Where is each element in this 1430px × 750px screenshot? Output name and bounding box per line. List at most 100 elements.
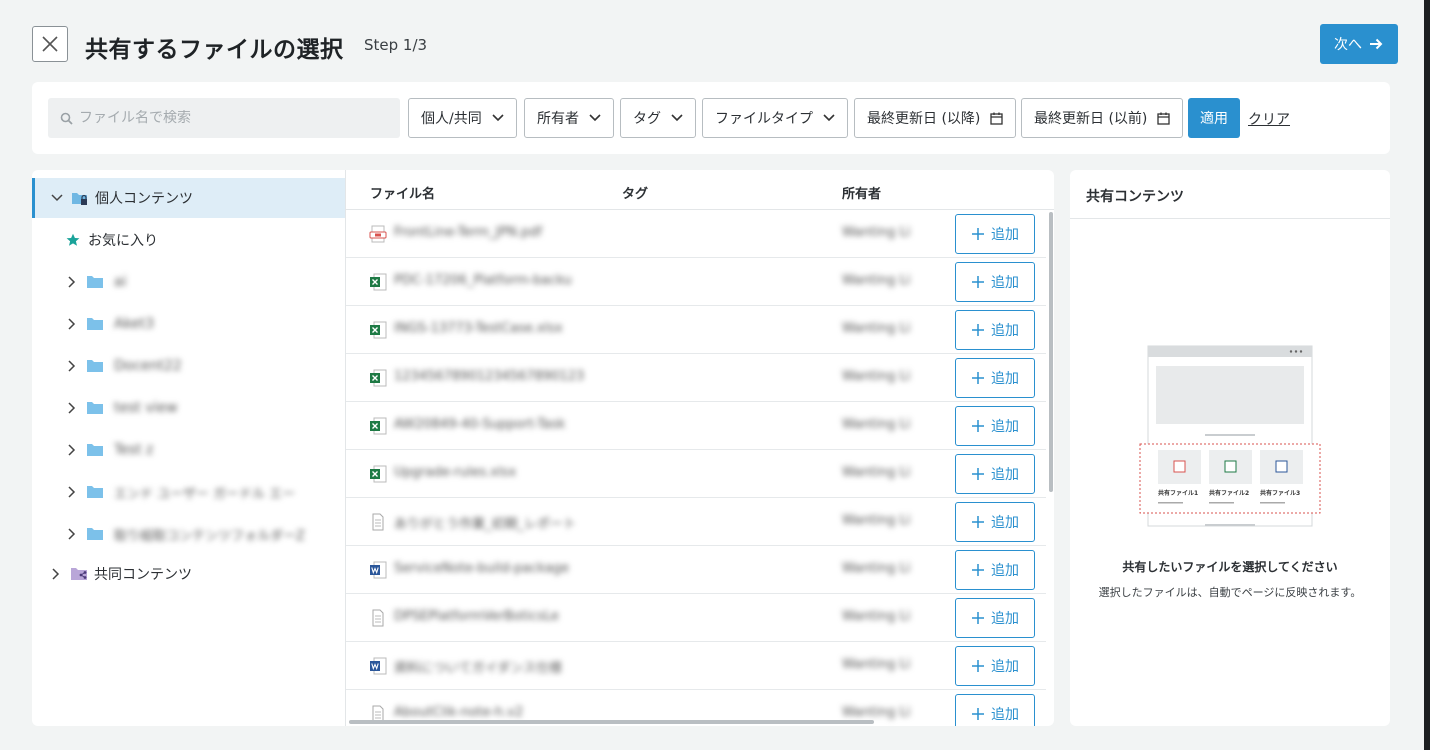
add-button[interactable]: 追加 xyxy=(955,262,1035,302)
next-button[interactable]: 次へ xyxy=(1320,24,1398,64)
search-input[interactable] xyxy=(79,110,379,126)
tree-folder-label: Aket3 xyxy=(114,316,155,332)
file-row[interactable]: 12345678901234567890123 Wanting Li 追加 xyxy=(346,354,1046,402)
filter-owner-dropdown[interactable]: 所有者 xyxy=(524,98,614,138)
tree-item-personal[interactable]: 個人コンテンツ xyxy=(32,178,345,218)
add-button[interactable]: 追加 xyxy=(955,694,1035,726)
column-header-owner[interactable]: 所有者 xyxy=(842,183,881,202)
file-name: 資料についてガイダンス仕様 xyxy=(394,661,562,676)
filter-personal-shared-dropdown[interactable]: 個人/共同 xyxy=(408,98,517,138)
chevron-right-icon[interactable] xyxy=(64,400,80,416)
file-row[interactable]: 資料についてガイダンス仕様 Wanting Li 追加 xyxy=(346,642,1046,690)
add-button[interactable]: 追加 xyxy=(955,358,1035,398)
file-row[interactable]: Upgrade-rules.xlsx Wanting Li 追加 xyxy=(346,450,1046,498)
window-edge xyxy=(1424,0,1430,750)
filter-filetype-dropdown[interactable]: ファイルタイプ xyxy=(702,98,848,138)
tree-folder[interactable]: Docent22 xyxy=(32,346,345,386)
file-row[interactable]: DPSEPlatformVerBoticsLe Wanting Li 追加 xyxy=(346,594,1046,642)
tree-folder-label: 取り組取コンテンツフォルダーZ xyxy=(114,528,305,544)
add-button-label: 追加 xyxy=(991,707,1019,723)
date-before-field[interactable]: 最終更新日 (以前) xyxy=(1021,98,1184,138)
file-owner: Wanting Li xyxy=(842,705,911,720)
add-button[interactable]: 追加 xyxy=(955,502,1035,542)
clear-link[interactable]: クリア xyxy=(1248,109,1290,129)
file-name: ありがとう作業_初期_レポート xyxy=(394,517,577,532)
illustration-label: 共有ファイル3 xyxy=(1260,490,1301,497)
file-name: 12345678901234567890123 xyxy=(394,369,585,384)
step-indicator: Step 1/3 xyxy=(364,36,428,54)
file-row[interactable]: ServiceNote-build-package Wanting Li 追加 xyxy=(346,546,1046,594)
plus-icon xyxy=(972,516,984,528)
arrow-right-icon xyxy=(1370,38,1383,50)
filter-bar: 個人/共同 所有者 タグ ファイルタイプ 最終更新日 (以降) 最終更新日 (以… xyxy=(32,82,1390,154)
excel-file-icon xyxy=(369,321,387,339)
tree-folder[interactable]: ai xyxy=(32,262,345,302)
filter-tag-dropdown[interactable]: タグ xyxy=(620,98,696,138)
tree-item-shared[interactable]: 共同コンテンツ xyxy=(32,554,345,594)
add-button[interactable]: 追加 xyxy=(955,550,1035,590)
illustration-label: 共有ファイル1 xyxy=(1158,490,1199,497)
dropdown-label: 所有者 xyxy=(537,111,579,127)
chevron-right-icon[interactable] xyxy=(64,484,80,500)
tree-folder[interactable]: Aket3 xyxy=(32,304,345,344)
tree-folder[interactable]: test view xyxy=(32,388,345,428)
tree-item-favorites[interactable]: お気に入り xyxy=(32,220,345,260)
chevron-right-icon[interactable] xyxy=(64,274,80,290)
chevron-down-icon[interactable] xyxy=(49,190,65,206)
vertical-scrollbar[interactable] xyxy=(1049,212,1053,492)
empty-state-illustration xyxy=(1139,345,1321,527)
calendar-icon xyxy=(1157,112,1171,125)
apply-button[interactable]: 適用 xyxy=(1188,98,1240,138)
plus-icon xyxy=(972,468,984,480)
horizontal-scrollbar[interactable] xyxy=(349,720,874,724)
plus-icon xyxy=(972,564,984,576)
add-button[interactable]: 追加 xyxy=(955,454,1035,494)
file-list-header: ファイル名 タグ 所有者 xyxy=(346,170,1054,210)
file-owner: Wanting Li xyxy=(842,561,911,576)
tree-folder[interactable]: エンド ユーザー ガードル エー xyxy=(32,472,345,512)
column-header-name[interactable]: ファイル名 xyxy=(370,183,435,202)
illustration-label: 共有ファイル2 xyxy=(1209,490,1250,497)
folder-icon xyxy=(87,276,103,288)
chevron-right-icon[interactable] xyxy=(48,566,64,582)
close-icon xyxy=(42,36,58,52)
excel-file-icon xyxy=(369,417,387,435)
file-name: AW20849-40-Support-Task xyxy=(394,417,566,432)
search-icon xyxy=(60,112,73,125)
plus-icon xyxy=(972,372,984,384)
file-owner: Wanting Li xyxy=(842,657,911,672)
file-row[interactable]: FrontLine-Term_JPN.pdf Wanting Li 追加 xyxy=(346,210,1046,258)
column-header-tag[interactable]: タグ xyxy=(622,183,648,202)
date-after-field[interactable]: 最終更新日 (以降) xyxy=(854,98,1017,138)
tree-folder-label: Test z xyxy=(114,442,154,458)
add-button[interactable]: 追加 xyxy=(955,646,1035,686)
chevron-down-icon xyxy=(823,114,835,122)
file-row[interactable]: AW20849-40-Support-Task Wanting Li 追加 xyxy=(346,402,1046,450)
file-row[interactable]: INGS-13773-TestCase.xlsx Wanting Li 追加 xyxy=(346,306,1046,354)
calendar-icon xyxy=(990,112,1004,125)
chevron-right-icon[interactable] xyxy=(64,442,80,458)
excel-file-icon xyxy=(369,465,387,483)
empty-state-description: 選択したファイルは、自動でページに反映されます。 xyxy=(1098,586,1362,599)
tree-folder[interactable]: Test z xyxy=(32,430,345,470)
folder-icon xyxy=(87,528,103,540)
folder-tree: 個人コンテンツ お気に入り ai Aket3 Docent22 test vie… xyxy=(32,170,345,726)
chevron-right-icon[interactable] xyxy=(64,316,80,332)
add-button-label: 追加 xyxy=(991,467,1019,483)
tree-folder[interactable]: 取り組取コンテンツフォルダーZ xyxy=(32,514,345,554)
file-row[interactable]: PDC-17206_Platform-backu Wanting Li 追加 xyxy=(346,258,1046,306)
add-button[interactable]: 追加 xyxy=(955,214,1035,254)
search-box[interactable] xyxy=(48,98,400,138)
file-row[interactable]: ありがとう作業_初期_レポート Wanting Li 追加 xyxy=(346,498,1046,546)
chevron-right-icon[interactable] xyxy=(64,526,80,542)
plus-icon xyxy=(972,324,984,336)
plus-icon xyxy=(972,612,984,624)
add-button[interactable]: 追加 xyxy=(955,406,1035,446)
tree-folder-label: ai xyxy=(114,274,127,290)
close-button[interactable] xyxy=(32,26,68,62)
add-button[interactable]: 追加 xyxy=(955,310,1035,350)
tree-folder-label: エンド ユーザー ガードル エー xyxy=(114,486,296,502)
add-button[interactable]: 追加 xyxy=(955,598,1035,638)
chevron-right-icon[interactable] xyxy=(64,358,80,374)
plus-icon xyxy=(972,420,984,432)
